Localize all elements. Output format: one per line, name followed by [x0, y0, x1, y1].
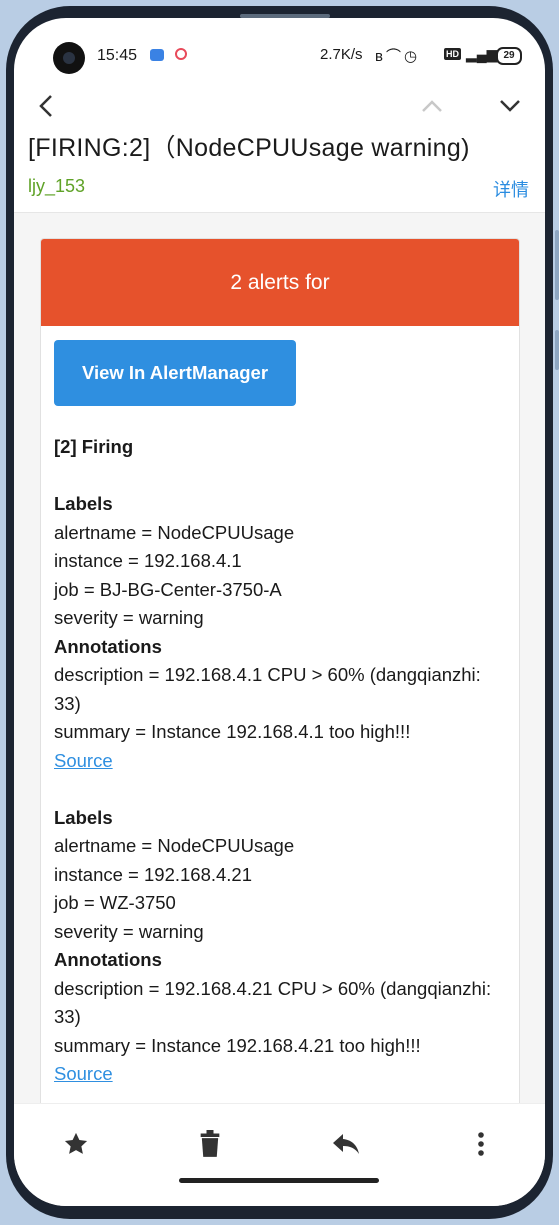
- label-job: job = BJ-BG-Center-3750-A: [54, 578, 282, 600]
- alert-content: [2] Firing Labels alertname = NodeCPUUsa…: [54, 433, 509, 1089]
- reply-button[interactable]: [326, 1124, 366, 1164]
- label-instance: instance = 192.168.4.1: [54, 550, 242, 571]
- more-vertical-icon: [478, 1132, 484, 1156]
- annotations-heading: Annotations: [54, 635, 162, 657]
- bottom-action-bar: [14, 1103, 545, 1206]
- app-bar: [14, 78, 545, 128]
- label-job: job = WZ-3750: [54, 892, 176, 913]
- labels-heading: Labels: [54, 806, 113, 828]
- device-frame: 15:45 2.7K/s ʙ⌒◷ HD ▂▄▆ 29 [FIRING:2]（No…: [0, 0, 559, 1225]
- source-link[interactable]: Source: [54, 1063, 113, 1084]
- annotation-summary: summary = Instance 192.168.4.1 too high!…: [54, 721, 411, 742]
- home-indicator[interactable]: [179, 1178, 379, 1183]
- labels-heading: Labels: [54, 493, 113, 514]
- chevron-up-icon: [422, 100, 442, 112]
- star-button[interactable]: [56, 1124, 96, 1164]
- chevron-down-icon: [500, 100, 520, 112]
- annotation-description: description = 192.168.4.1 CPU > 60% (dan…: [54, 664, 481, 685]
- front-camera: [53, 42, 85, 74]
- email-body-area[interactable]: 2 alerts for View In AlertManager [2] Fi…: [14, 213, 545, 1103]
- trash-icon: [200, 1130, 220, 1157]
- screen: 15:45 2.7K/s ʙ⌒◷ HD ▂▄▆ 29 [FIRING:2]（No…: [14, 18, 545, 1206]
- email-card: 2 alerts for View In AlertManager [2] Fi…: [40, 238, 520, 1103]
- message-subject: [FIRING:2]（NodeCPUUsage warning): [28, 134, 470, 162]
- bluetooth-icon: ʙ⌒◷: [375, 48, 421, 65]
- hd-badge: HD: [444, 48, 461, 60]
- label-severity: severity = warning: [54, 920, 204, 942]
- star-icon: [64, 1132, 88, 1154]
- more-options-button[interactable]: [461, 1124, 501, 1164]
- delete-button[interactable]: [190, 1124, 230, 1164]
- previous-message-button[interactable]: [412, 86, 452, 126]
- annotation-description-cont: 33): [54, 1006, 81, 1027]
- alert-block: Labels alertname = NodeCPUUsage instance…: [54, 804, 509, 1089]
- chevron-left-icon: [39, 95, 52, 117]
- label-severity: severity = warning: [54, 607, 204, 628]
- battery-icon: 29: [496, 47, 522, 65]
- network-speed: 2.7K/s: [320, 46, 363, 63]
- label-alertname: alertname = NodeCPUUsage: [54, 835, 295, 856]
- reply-icon: [333, 1134, 359, 1154]
- annotation-description-cont: 33): [54, 692, 81, 714]
- details-link[interactable]: 详情: [493, 176, 529, 202]
- signal-icon: ▂▄▆: [466, 46, 498, 62]
- label-alertname: alertname = NodeCPUUsage: [54, 521, 295, 543]
- back-button[interactable]: [26, 86, 66, 126]
- next-message-button[interactable]: [490, 86, 530, 126]
- annotations-heading: Annotations: [54, 949, 162, 970]
- status-time: 15:45: [97, 47, 138, 64]
- alert-block: Labels alertname = NodeCPUUsage instance…: [54, 490, 509, 775]
- sender-name[interactable]: ljy_153: [28, 176, 85, 197]
- notification-app-icon: [150, 49, 164, 61]
- firing-heading: [2] Firing: [54, 436, 134, 457]
- volume-button: [555, 230, 559, 300]
- power-button: [555, 330, 559, 370]
- annotation-summary: summary = Instance 192.168.4.21 too high…: [54, 1034, 421, 1056]
- source-link[interactable]: Source: [54, 750, 113, 771]
- label-instance: instance = 192.168.4.21: [54, 863, 253, 885]
- view-in-alertmanager-button[interactable]: View In AlertManager: [54, 340, 296, 406]
- alert-banner: 2 alerts for: [41, 239, 519, 326]
- notification-target-icon: [175, 48, 187, 60]
- annotation-description: description = 192.168.4.21 CPU > 60% (da…: [54, 977, 492, 999]
